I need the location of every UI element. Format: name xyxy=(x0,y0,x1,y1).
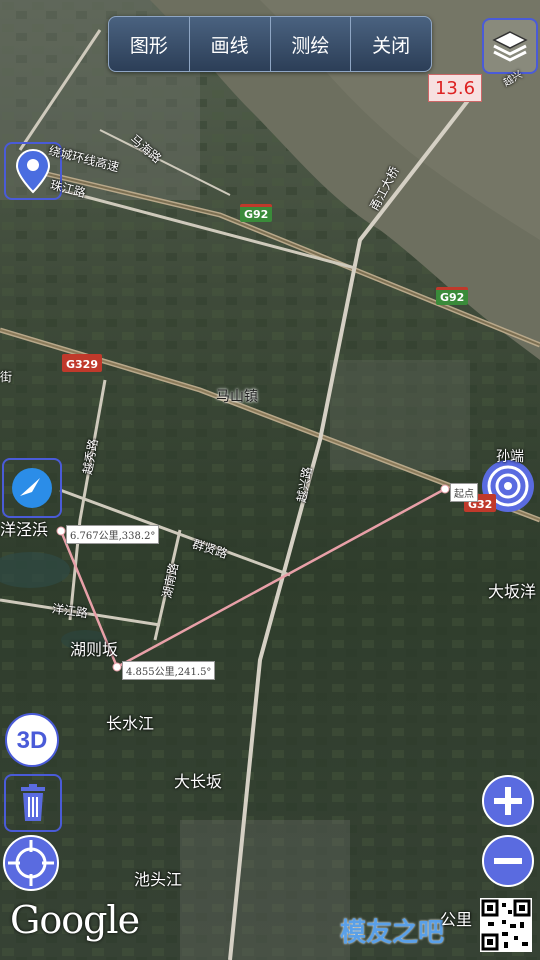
satellite-map[interactable] xyxy=(0,0,540,960)
measure-start-label: 起点 xyxy=(450,483,478,502)
place-label-chitoujiang: 池头江 xyxy=(134,870,183,889)
3d-icon: 3D xyxy=(5,713,59,767)
close-button[interactable]: 关闭 xyxy=(351,17,431,71)
layers-icon xyxy=(492,31,528,62)
3d-button[interactable]: 3D xyxy=(4,712,60,768)
top-toolbar: 图形 画线 测绘 关闭 xyxy=(108,16,432,72)
highway-shield-g92-a: G92 xyxy=(240,204,273,222)
qr-code xyxy=(480,898,532,952)
zoom-out-icon xyxy=(482,835,534,887)
gps-button[interactable] xyxy=(2,834,60,892)
highway-shield-g329: G329 xyxy=(62,354,102,372)
compass-button[interactable] xyxy=(2,458,62,518)
zoom-in-button[interactable] xyxy=(481,774,535,828)
clear-measure-button[interactable] xyxy=(4,774,62,832)
place-label-changshuijiang: 长水江 xyxy=(106,714,155,733)
survey-button[interactable]: 测绘 xyxy=(271,17,352,71)
shapes-button[interactable]: 图形 xyxy=(109,17,190,71)
measure-segment2-label: 6.767公里,338.2° xyxy=(66,525,160,544)
gps-crosshair-icon xyxy=(3,835,59,891)
road-label-jie: 街 xyxy=(0,370,13,384)
highway-shield-g92-b: G92 xyxy=(436,287,469,305)
place-label-dachangban: 大长坂 xyxy=(174,772,223,791)
zoom-in-icon xyxy=(482,775,534,827)
layers-button[interactable] xyxy=(482,18,538,74)
trash-icon xyxy=(21,784,45,821)
place-label-sunduan: 孙端 xyxy=(496,449,524,465)
scale-unit-fragment: 公里 xyxy=(440,910,473,929)
draw-line-button[interactable]: 画线 xyxy=(190,17,271,71)
place-label-daban-yang: 大坂洋 xyxy=(488,582,537,601)
zoom-out-button[interactable] xyxy=(481,834,535,888)
compass-icon xyxy=(12,468,52,508)
google-logo: Google xyxy=(10,898,140,942)
measure-segment1-label: 4.855公里,241.5° xyxy=(122,661,216,680)
place-label-huzeban: 湖则坂 xyxy=(70,640,119,659)
zoom-level-readout: 13.6 xyxy=(428,74,482,102)
place-label-yangjingbang: 洋泾浜 xyxy=(0,520,49,539)
svg-text:3D: 3D xyxy=(17,727,48,754)
place-label-mashan: 马山镇 xyxy=(216,389,258,405)
site-watermark: 模友之吧 xyxy=(340,918,445,948)
